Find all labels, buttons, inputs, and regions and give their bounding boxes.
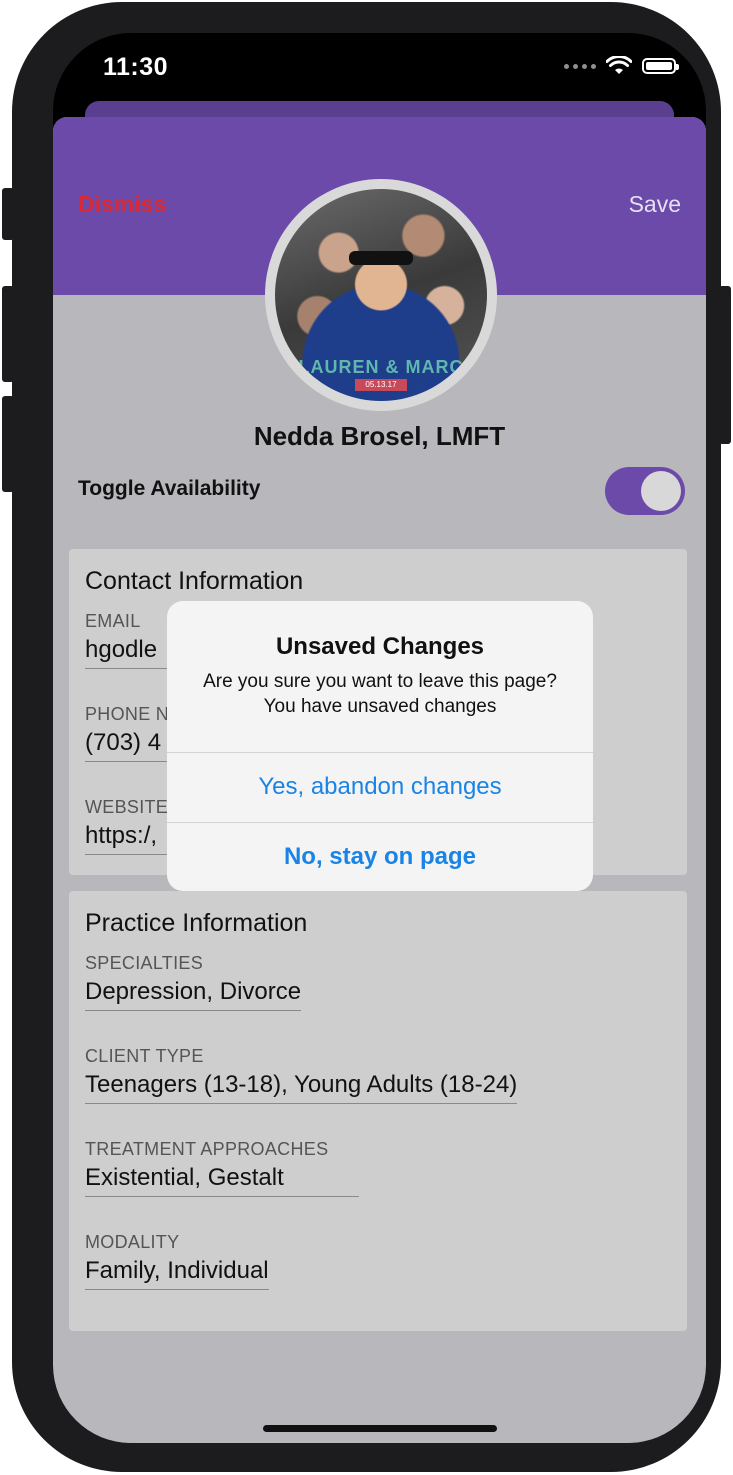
dismiss-button[interactable]: Dismiss: [78, 191, 166, 218]
unsaved-changes-alert: Unsaved Changes Are you sure you want to…: [167, 601, 593, 891]
screen: 11:30 Dismiss Save LAUREN & MARC 05.13.1…: [53, 33, 706, 1443]
toggle-availability-label: Toggle Availability: [78, 477, 261, 500]
status-icons: [564, 56, 679, 76]
abandon-changes-button[interactable]: Yes, abandon changes: [167, 753, 593, 821]
field-label: TREATMENT APPROACHES: [85, 1139, 329, 1159]
field-label: MODALITY: [85, 1232, 180, 1252]
toggle-knob: [641, 471, 681, 511]
notch: [216, 33, 546, 79]
availability-toggle[interactable]: [605, 467, 685, 515]
stay-on-page-button[interactable]: No, stay on page: [167, 823, 593, 891]
profile-name: Nedda Brosel, LMFT: [253, 421, 506, 451]
battery-icon: [642, 58, 679, 74]
field-value: Teenagers (13-18), Young Adults (18-24): [85, 1071, 518, 1104]
field-value: Family, Individual: [85, 1257, 269, 1290]
avatar-photo-text: LAUREN & MARC: [298, 357, 464, 377]
field-label: CLIENT TYPE: [85, 1046, 204, 1066]
sunglasses-graphic: [349, 251, 413, 265]
wifi-icon: [606, 56, 632, 74]
home-indicator[interactable]: [263, 1425, 497, 1432]
alert-title: Unsaved Changes: [275, 633, 485, 660]
phone-frame: 11:30 Dismiss Save LAUREN & MARC 05.13.1…: [12, 2, 721, 1472]
modality-field[interactable]: MODALITY Family, Individual: [85, 1232, 269, 1290]
card-title: Practice Information: [85, 909, 308, 937]
field-value: Existential, Gestalt: [85, 1164, 359, 1197]
treatment-approaches-field[interactable]: TREATMENT APPROACHES Existential, Gestal…: [85, 1139, 359, 1197]
field-value: Depression, Divorce: [85, 978, 302, 1011]
field-label: SPECIALTIES: [85, 953, 204, 973]
specialties-field[interactable]: SPECIALTIES Depression, Divorce: [85, 953, 302, 1011]
avatar[interactable]: LAUREN & MARC 05.13.17: [275, 189, 487, 401]
signal-icon: [564, 63, 596, 69]
alert-message: Are you sure you want to leave this page…: [203, 671, 557, 717]
client-type-field[interactable]: CLIENT TYPE Teenagers (13-18), Young Adu…: [85, 1046, 518, 1104]
card-title: Contact Information: [85, 567, 304, 595]
save-button[interactable]: Save: [629, 191, 681, 218]
status-time: 11:30: [103, 53, 169, 81]
avatar-photo-date: 05.13.17: [355, 379, 407, 391]
practice-information-card: Practice Information SPECIALTIES Depress…: [69, 891, 687, 1331]
